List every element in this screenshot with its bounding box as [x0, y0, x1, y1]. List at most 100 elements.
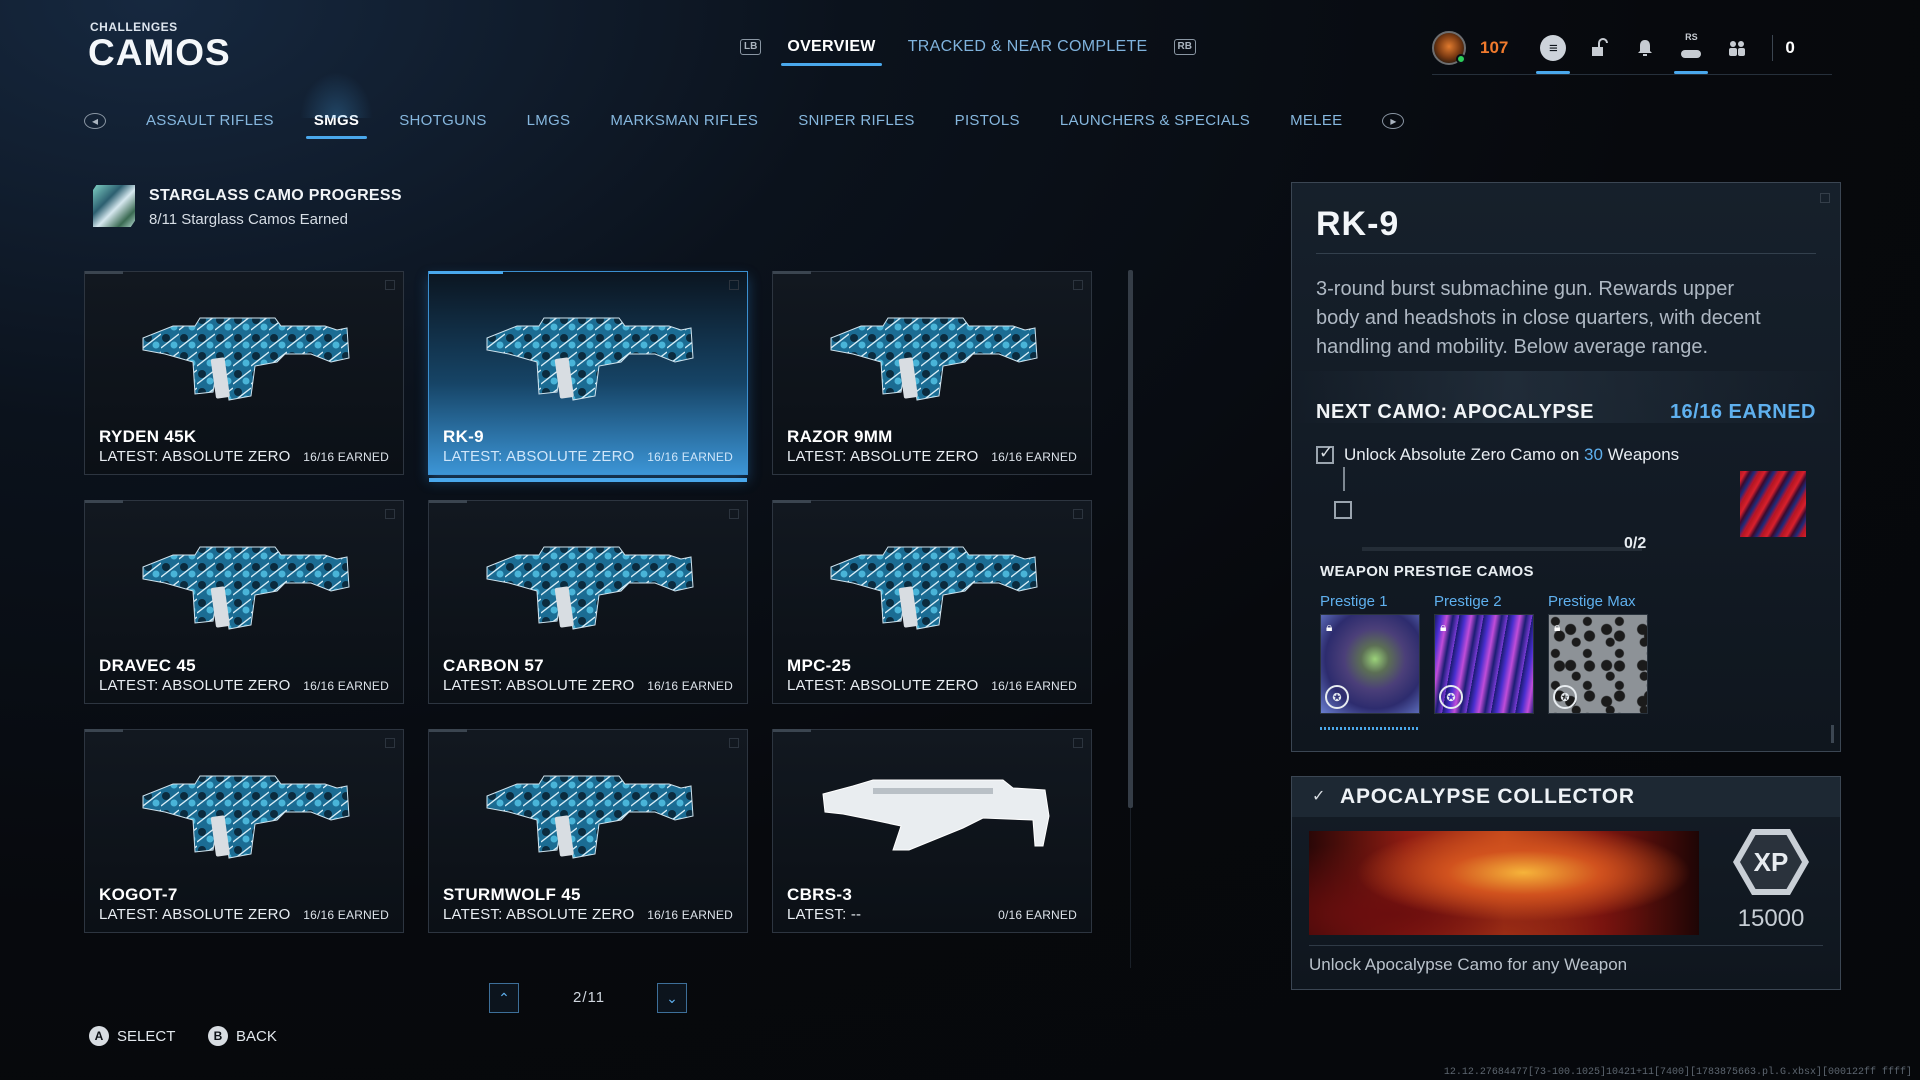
weapon-name: MPC-25	[787, 656, 852, 675]
tab-melee[interactable]: MELEE	[1290, 112, 1342, 129]
prestige-badge-icon: ✪	[1325, 685, 1349, 709]
weapon-earned-count: 16/16 EARNED	[991, 450, 1077, 464]
apocalypse-camo-thumbnail[interactable]	[1740, 471, 1806, 537]
progress-subtitle: 8/11 Starglass Camos Earned	[149, 211, 348, 228]
build-string: 12.12.27684477[73-100.1025]10421+11[7400…	[1443, 1067, 1912, 1078]
category-tab-bar: ◂ ASSAULT RIFLES SMGS SHOTGUNS LMGS MARK…	[84, 72, 1405, 139]
tab-lmgs[interactable]: LMGS	[527, 112, 571, 129]
weapon-name: DRAVEC 45	[99, 656, 196, 675]
tab-overview[interactable]: OVERVIEW	[781, 38, 883, 66]
weapon-earned-count: 16/16 EARNED	[303, 908, 389, 922]
panel-corner-marker	[1820, 193, 1830, 203]
weapon-earned-count: 16/16 EARNED	[303, 450, 389, 464]
weapon-latest-camo: LATEST: ABSOLUTE ZERO	[99, 677, 291, 694]
tab-shotguns[interactable]: SHOTGUNS	[399, 112, 486, 129]
back-label: BACK	[236, 1027, 277, 1045]
tab-smgs[interactable]: SMGS	[299, 72, 374, 139]
grid-scrollbar[interactable]	[1128, 270, 1133, 808]
panel-scroll-marker	[1831, 725, 1834, 743]
social-icon[interactable]	[1714, 28, 1760, 68]
weapon-card[interactable]: CARBON 57 LATEST: ABSOLUTE ZERO 16/16 EARN…	[428, 500, 748, 704]
weapon-latest-camo: LATEST: ABSOLUTE ZERO	[787, 448, 979, 465]
prestige-badge-icon: ✪	[1553, 685, 1577, 709]
tab-pistols[interactable]: PISTOLS	[955, 112, 1020, 129]
apocalypse-artwork	[1309, 831, 1699, 935]
page-title: CAMOS	[88, 32, 231, 73]
tab-launchers-specials[interactable]: LAUNCHERS & SPECIALS	[1060, 112, 1250, 129]
weapon-name: RYDEN 45K	[99, 427, 197, 446]
prestige-badge-icon: ✪	[1439, 685, 1463, 709]
weapon-latest-camo: LATEST: ABSOLUTE ZERO	[443, 906, 635, 923]
challenge-progress-bar	[1362, 547, 1642, 551]
weapon-card[interactable]: CBRS-3 LATEST: -- 0/16 EARNED	[772, 729, 1092, 933]
weapon-card[interactable]: KOGOT-7 LATEST: ABSOLUTE ZERO 16/16 EARNED	[84, 729, 404, 933]
top-tab-bar: LB OVERVIEW TRACKED & NEAR COMPLETE RB	[740, 38, 1196, 66]
weapon-earned-count: 0/16 EARNED	[998, 908, 1077, 922]
weapon-card[interactable]: RK-9 LATEST: ABSOLUTE ZERO 16/16 EARNED	[428, 271, 748, 482]
tab-sniper-rifles[interactable]: SNIPER RIFLES	[798, 112, 914, 129]
weapon-silhouette	[822, 779, 1050, 851]
lb-bumper-icon[interactable]: LB	[740, 39, 762, 55]
weapon-latest-camo: LATEST: --	[787, 906, 862, 923]
rank-emblem-icon[interactable]	[1432, 31, 1466, 65]
challenge-checkbox-checked	[1316, 443, 1334, 464]
status-divider	[1772, 35, 1774, 61]
right-bumper-icon[interactable]: ▸	[1382, 112, 1405, 129]
starglass-camo-icon	[93, 185, 135, 227]
card-corner-marker	[385, 280, 395, 290]
tab-tracked-near-complete[interactable]: TRACKED & NEAR COMPLETE	[902, 38, 1154, 56]
weapon-card[interactable]: RYDEN 45K LATEST: ABSOLUTE ZERO 16/16 EARN…	[84, 271, 404, 475]
title-divider	[1316, 253, 1816, 254]
tab-assault-rifles[interactable]: ASSAULT RIFLES	[146, 112, 274, 129]
prestige-2-tile[interactable]: Prestige 2 🔒︎ ✪	[1434, 593, 1534, 714]
weapon-card[interactable]: STURMWOLF 45 LATEST: ABSOLUTE ZERO 16/16 E…	[428, 729, 748, 933]
page-down-button[interactable]: ⌄	[657, 983, 687, 1013]
lock-icon[interactable]	[1576, 28, 1622, 68]
prestige-1-tile[interactable]: Prestige 1 🔒︎ ✪	[1320, 593, 1420, 714]
xp-value: 15000	[1737, 905, 1805, 932]
weapon-name: KOGOT-7	[99, 885, 178, 904]
collector-challenge-panel[interactable]: ✓ APOCALYPSE COLLECTOR XP 15000 Unlock A…	[1291, 776, 1841, 990]
controller-icon[interactable]: RS	[1668, 28, 1714, 74]
weapon-card[interactable]: MPC-25 LATEST: ABSOLUTE ZERO 16/16 EARNED	[772, 500, 1092, 704]
chevron-up-icon: ⌃	[498, 989, 510, 1006]
select-control[interactable]: A SELECT	[89, 1026, 175, 1046]
prestige-max-label: Prestige Max	[1548, 593, 1636, 610]
lock-icon: 🔒︎	[1440, 620, 1447, 634]
prestige-section-label: WEAPON PRESTIGE CAMOS	[1320, 563, 1534, 580]
weapon-card[interactable]: RAZOR 9MM LATEST: ABSOLUTE ZERO 16/16 EARN…	[772, 271, 1092, 475]
collector-title: APOCALYPSE COLLECTOR	[1340, 785, 1635, 808]
weapon-name: CBRS-3	[787, 885, 853, 904]
collector-description: Unlock Apocalypse Camo for any Weapon	[1309, 955, 1628, 974]
prestige-max-tile[interactable]: Prestige Max 🔒︎ ✪	[1548, 593, 1648, 714]
tab-marksman-rifles[interactable]: MARKSMAN RIFLES	[610, 112, 758, 129]
menu-icon[interactable]: ≡	[1530, 28, 1576, 74]
weapon-name: CARBON 57	[443, 656, 544, 675]
grid-scrollbar-rail	[1130, 808, 1131, 968]
weapon-latest-camo: LATEST: ABSOLUTE ZERO	[443, 677, 635, 694]
card-corner-marker	[729, 509, 739, 519]
next-camo-label: NEXT CAMO: APOCALYPSE	[1316, 401, 1594, 423]
page-up-button[interactable]: ⌃	[489, 983, 519, 1013]
weapon-earned-count: 16/16 EARNED	[647, 908, 733, 922]
weapon-silhouette	[142, 317, 350, 401]
weapon-silhouette	[486, 775, 694, 859]
card-corner-marker	[1073, 509, 1083, 519]
weapon-earned-count: 16/16 EARNED	[647, 679, 733, 693]
weapon-latest-camo: LATEST: ABSOLUTE ZERO	[99, 906, 291, 923]
back-control[interactable]: B BACK	[208, 1026, 277, 1046]
status-underline	[1432, 74, 1832, 75]
weapon-name: RK-9	[443, 427, 484, 446]
lock-icon: 🔒︎	[1554, 620, 1561, 634]
weapon-earned-count: 16/16 EARNED	[303, 679, 389, 693]
party-count: 0	[1785, 38, 1795, 57]
weapon-card[interactable]: DRAVEC 45 LATEST: ABSOLUTE ZERO 16/16 EARN…	[84, 500, 404, 704]
page-indicator: 2/11	[573, 989, 606, 1006]
collector-divider	[1309, 945, 1823, 946]
left-bumper-icon[interactable]: ◂	[84, 112, 106, 129]
weapon-silhouette	[142, 775, 350, 859]
weapon-silhouette	[142, 546, 350, 630]
prestige-2-label: Prestige 2	[1434, 593, 1502, 610]
bell-icon[interactable]	[1622, 28, 1668, 68]
rb-bumper-icon[interactable]: RB	[1173, 39, 1196, 55]
